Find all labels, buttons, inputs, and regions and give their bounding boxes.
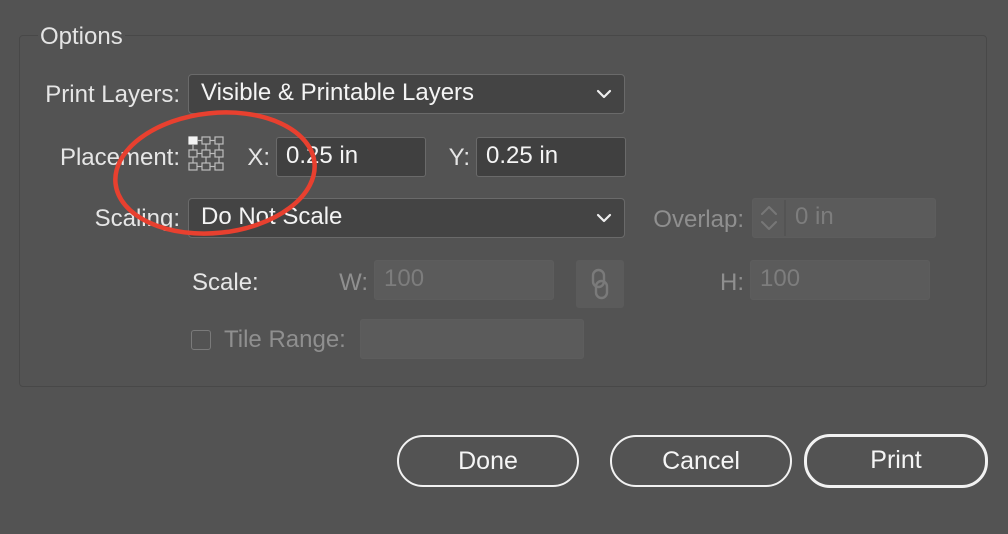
print-layers-value: Visible & Printable Layers <box>201 79 475 106</box>
scale-h-input: 100 <box>750 260 930 300</box>
tile-range-checkbox[interactable] <box>191 330 211 350</box>
constrain-proportions-button <box>576 260 624 308</box>
chevron-down-icon <box>596 213 612 223</box>
chain-link-icon <box>591 268 609 300</box>
overlap-label: Overlap: <box>653 206 744 233</box>
placement-label: Placement: <box>59 144 180 171</box>
scaling-value: Do Not Scale <box>201 203 343 230</box>
scale-w-label: W: <box>339 269 368 296</box>
placement-y-label: Y: <box>448 144 470 171</box>
chevron-down-icon <box>596 89 612 99</box>
overlap-stepper-icon <box>761 206 777 230</box>
print-layers-select[interactable]: Visible & Printable Layers <box>188 74 625 114</box>
print-layers-label: Print Layers: <box>45 81 180 108</box>
tile-range-input <box>360 319 584 359</box>
scaling-label: Scaling: <box>94 205 180 232</box>
placement-y-input[interactable]: 0.25 in <box>476 137 626 177</box>
scale-w-input: 100 <box>374 260 554 300</box>
print-button[interactable]: Print <box>804 434 988 488</box>
placement-x-label: X: <box>247 144 270 171</box>
options-group-title: Options <box>38 22 125 52</box>
scaling-select[interactable]: Do Not Scale <box>188 198 625 238</box>
done-button[interactable]: Done <box>397 435 579 487</box>
placement-x-input[interactable]: 0.25 in <box>276 137 426 177</box>
scale-label: Scale: <box>192 269 259 296</box>
cancel-button[interactable]: Cancel <box>610 435 792 487</box>
scale-h-label: H: <box>720 269 744 296</box>
overlap-value: 0 in <box>795 203 834 230</box>
reference-point-grid-icon[interactable] <box>186 134 228 176</box>
tile-range-label: Tile Range: <box>224 326 346 353</box>
overlap-stepper-divider <box>784 200 786 236</box>
